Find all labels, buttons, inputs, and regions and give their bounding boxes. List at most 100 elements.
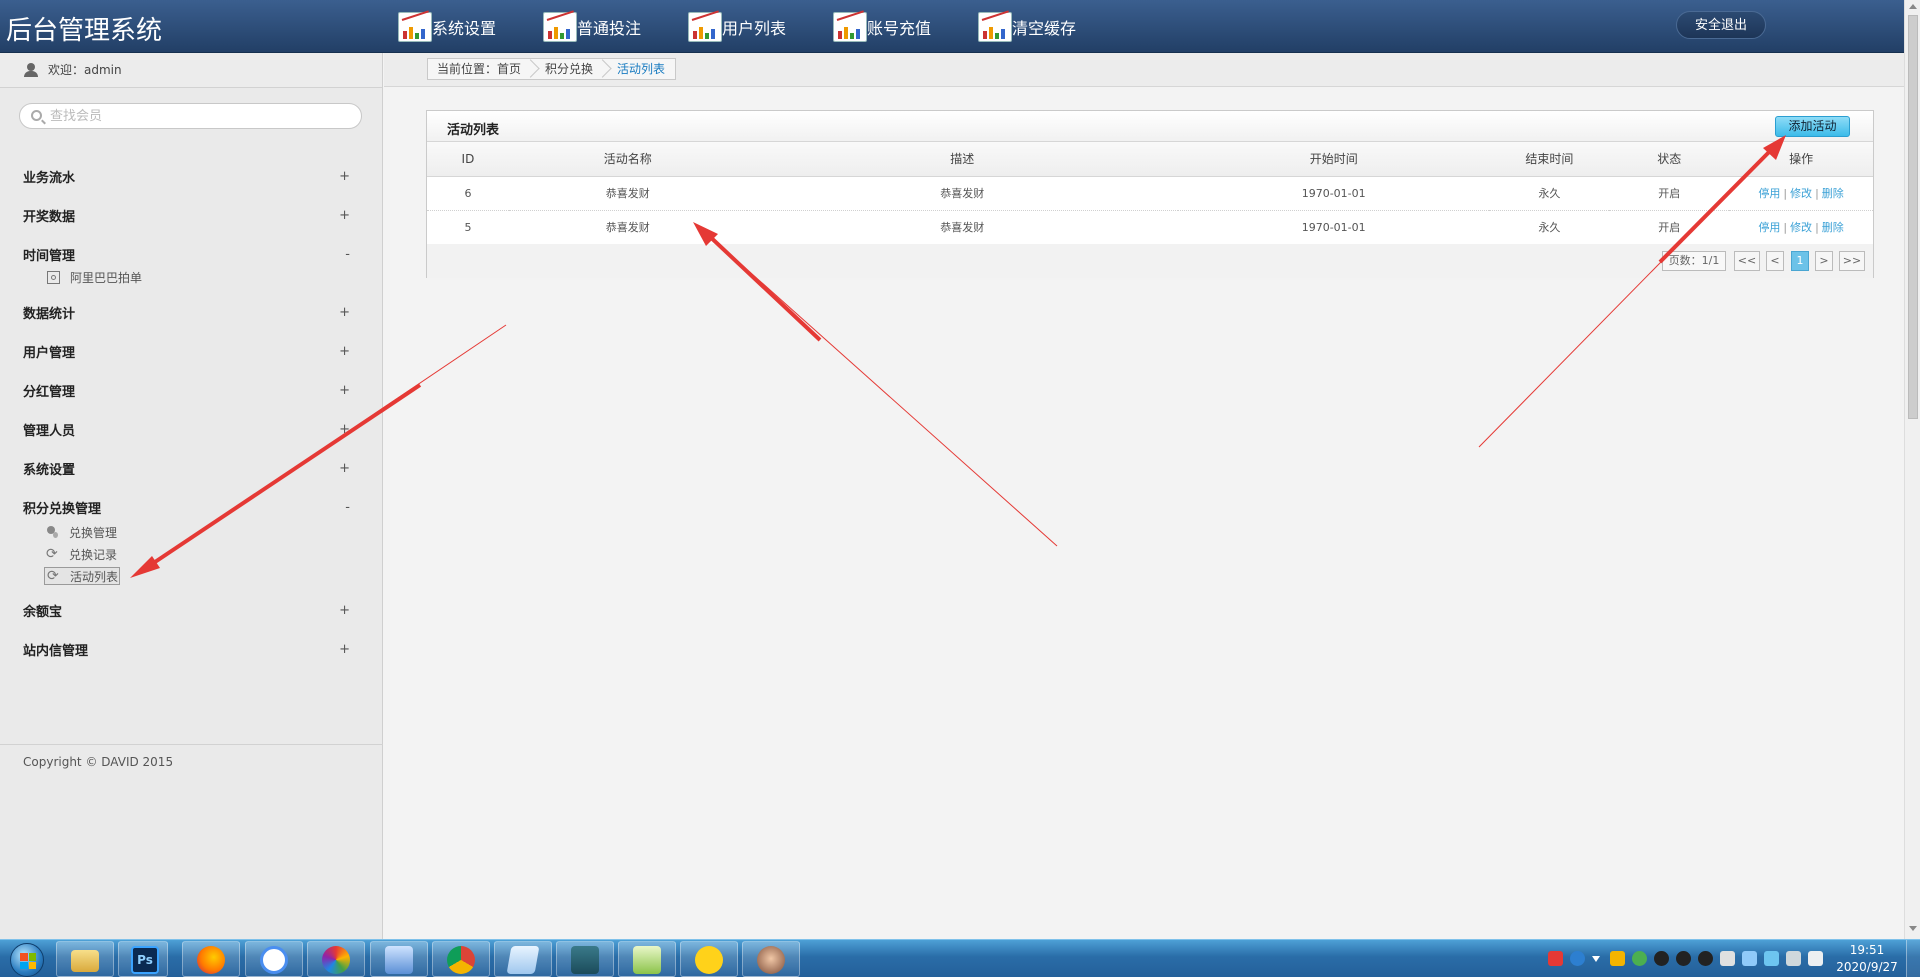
ime-icon[interactable] xyxy=(1548,951,1563,966)
taskbar-network-tool[interactable] xyxy=(370,941,428,977)
taskbar-explorer[interactable] xyxy=(56,941,114,977)
taskbar-chrome[interactable] xyxy=(432,941,490,977)
taskbar-player[interactable] xyxy=(680,941,738,977)
expand-toggle[interactable]: + xyxy=(339,169,350,184)
nav-normal-bet[interactable]: 普通投注 xyxy=(543,8,688,46)
taskbar-baidu-netdisk[interactable] xyxy=(245,941,303,977)
page-scrollbar[interactable] xyxy=(1904,0,1920,939)
expand-toggle[interactable]: + xyxy=(339,383,350,398)
scroll-down-icon[interactable] xyxy=(1909,926,1917,931)
chart-icon xyxy=(833,10,867,42)
security-icon[interactable] xyxy=(1610,951,1625,966)
help-icon[interactable] xyxy=(1570,951,1585,966)
network-icon xyxy=(385,946,413,974)
sub-item-exchange-management[interactable]: 兑换管理 xyxy=(0,521,383,543)
expand-toggle[interactable]: + xyxy=(339,344,350,359)
nav-account-recharge[interactable]: 账号充值 xyxy=(833,8,978,46)
start-button[interactable] xyxy=(2,941,54,977)
scroll-up-icon[interactable] xyxy=(1909,4,1917,9)
expand-toggle[interactable]: + xyxy=(339,305,350,320)
expand-toggle[interactable]: + xyxy=(339,422,350,437)
delete-link[interactable]: 删除 xyxy=(1822,221,1844,234)
nav-system-settings[interactable]: 系统设置 xyxy=(398,8,543,46)
tray-app-icon[interactable] xyxy=(1632,951,1647,966)
chart-icon xyxy=(688,10,722,42)
taskbar-photoshop[interactable]: Ps xyxy=(118,941,168,977)
menu-user-management[interactable]: 用户管理 + xyxy=(0,332,383,371)
tray-app-icon[interactable] xyxy=(1742,951,1757,966)
edit-link[interactable]: 修改 xyxy=(1790,221,1812,234)
taskbar-notepad[interactable] xyxy=(494,941,552,977)
taskbar-app-spiral[interactable] xyxy=(307,941,365,977)
cell-desc: 恭喜发财 xyxy=(746,210,1178,245)
disable-link[interactable]: 停用 xyxy=(1758,187,1780,200)
sub-item-activity-list[interactable]: ⟳ 活动列表 xyxy=(0,565,383,587)
menu-label: 管理人员 xyxy=(23,424,76,439)
menu-label: 时间管理 xyxy=(23,249,76,264)
sub-item-exchange-records[interactable]: ⟳ 兑换记录 xyxy=(0,543,383,565)
menu-label: 业务流水 xyxy=(23,171,76,186)
collapse-toggle[interactable]: - xyxy=(345,500,350,515)
sub-item-alibaba[interactable]: 阿里巴巴拍单 xyxy=(0,267,383,287)
nav-label: 清空缓存 xyxy=(1012,19,1077,38)
nav-user-list[interactable]: 用户列表 xyxy=(688,8,833,46)
collapse-toggle[interactable]: - xyxy=(345,247,350,262)
expand-toggle[interactable]: + xyxy=(339,642,350,657)
page-info: 页数：1/1 xyxy=(1662,251,1726,271)
menu-lottery-data[interactable]: 开奖数据 + xyxy=(0,196,383,235)
menu-business-flow[interactable]: 业务流水 + xyxy=(0,157,383,196)
page-1-button[interactable]: 1 xyxy=(1791,251,1809,271)
menu-group: 管理人员 + xyxy=(0,410,383,449)
prev-page-button[interactable]: < xyxy=(1766,251,1784,271)
qq-icon[interactable] xyxy=(1698,951,1713,966)
search-input[interactable] xyxy=(50,107,350,125)
edit-link[interactable]: 修改 xyxy=(1790,187,1812,200)
nav-label: 系统设置 xyxy=(432,19,497,38)
system-clock[interactable]: 19:51 2020/9/27 xyxy=(1832,942,1902,976)
taskbar-avatar-app[interactable] xyxy=(742,941,800,977)
panel-title: 活动列表 xyxy=(447,123,500,138)
menu-dividend-management[interactable]: 分红管理 + xyxy=(0,371,383,410)
menu-site-messages[interactable]: 站内信管理 + xyxy=(0,630,383,669)
menu-system-settings[interactable]: 系统设置 + xyxy=(0,449,383,488)
menu-admin-staff[interactable]: 管理人员 + xyxy=(0,410,383,449)
first-page-button[interactable]: << xyxy=(1734,251,1760,271)
cell-end: 永久 xyxy=(1489,210,1610,245)
sub-item-label: 兑换记录 xyxy=(69,547,118,562)
copyright: Copyright © DAVID 2015 xyxy=(0,744,383,784)
chrome-icon xyxy=(447,946,475,974)
add-activity-button[interactable]: 添加活动 xyxy=(1775,116,1850,137)
nav-clear-cache[interactable]: 清空缓存 xyxy=(978,8,1123,46)
logout-button[interactable]: 安全退出 xyxy=(1676,11,1766,39)
tray-expand-icon[interactable] xyxy=(1592,956,1600,962)
menu-group: 分红管理 + xyxy=(0,371,383,410)
qq-icon[interactable] xyxy=(1676,951,1691,966)
disable-link[interactable]: 停用 xyxy=(1758,221,1780,234)
welcome-bar: 欢迎：admin xyxy=(0,53,382,88)
network-icon[interactable] xyxy=(1786,951,1801,966)
volume-icon[interactable] xyxy=(1808,951,1823,966)
menu-label: 系统设置 xyxy=(23,463,76,478)
show-desktop-button[interactable] xyxy=(1906,940,1920,977)
expand-toggle[interactable]: + xyxy=(339,461,350,476)
breadcrumb-home[interactable]: 当前位置：首页 xyxy=(428,59,531,79)
taskbar-dev-tool[interactable] xyxy=(556,941,614,977)
last-page-button[interactable]: >> xyxy=(1839,251,1865,271)
menu-data-stats[interactable]: 数据统计 + xyxy=(0,293,383,332)
expand-toggle[interactable]: + xyxy=(339,208,350,223)
tray-app-icon[interactable] xyxy=(1764,951,1779,966)
delete-link[interactable]: 删除 xyxy=(1822,187,1844,200)
media-player-icon xyxy=(695,946,723,974)
tray-app-icon[interactable] xyxy=(1720,951,1735,966)
breadcrumb-points-exchange[interactable]: 积分兑换 xyxy=(531,59,603,79)
qq-icon[interactable] xyxy=(1654,951,1669,966)
taskbar-firefox[interactable] xyxy=(182,941,240,977)
taskbar-editor[interactable] xyxy=(618,941,676,977)
scroll-thumb[interactable] xyxy=(1908,15,1918,419)
menu-yuebao[interactable]: 余额宝 + xyxy=(0,591,383,630)
cell-desc: 恭喜发财 xyxy=(746,176,1178,211)
next-page-button[interactable]: > xyxy=(1815,251,1833,271)
cell-actions: 停用 | 修改 | 删除 xyxy=(1729,210,1873,245)
column-header-start: 开始时间 xyxy=(1177,142,1490,177)
expand-toggle[interactable]: + xyxy=(339,603,350,618)
